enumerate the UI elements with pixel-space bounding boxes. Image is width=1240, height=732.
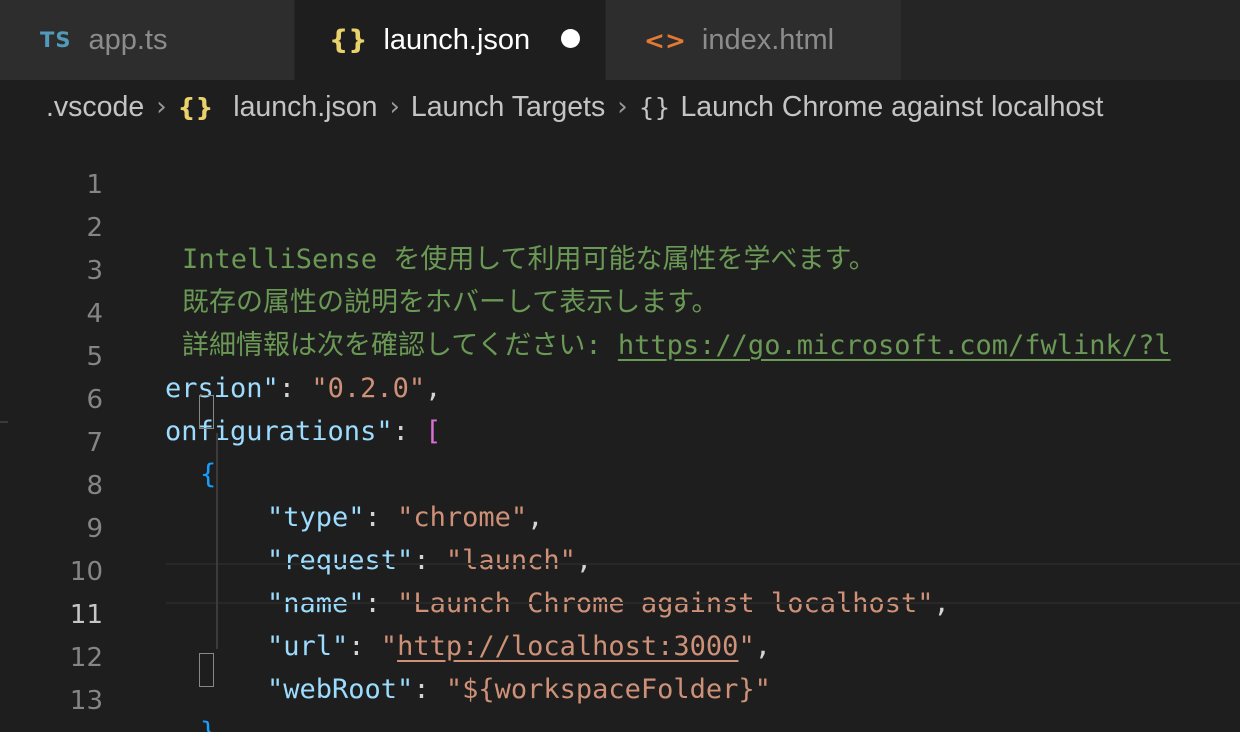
object-icon: {} (638, 92, 671, 122)
breadcrumb-folder[interactable]: .vscode (46, 91, 144, 124)
tab-index-html[interactable]: <> index.html (606, 0, 901, 80)
code-line[interactable]: 2 IntelliSense を使用して利用可能な属性を学べます。 (0, 176, 1240, 275)
breadcrumb-file[interactable]: launch.json (233, 91, 377, 124)
code-line[interactable]: 1 (0, 133, 1240, 200)
indent-guide (216, 433, 218, 649)
code-line[interactable]: 13 } (0, 649, 1240, 732)
code-editor[interactable]: 1 2 IntelliSense を使用して利用可能な属性を学べます。 3 既存… (0, 133, 1240, 732)
code-line[interactable]: 12 "webRoot": "${workspaceFolder}" (0, 606, 1240, 705)
code-line[interactable]: 6 onfigurations": [ (0, 348, 1240, 447)
chevron-right-icon: › (156, 92, 167, 122)
tab-launch-json[interactable]: {} launch.json (295, 0, 605, 80)
code-line[interactable]: 14 (0, 692, 1240, 732)
code-line[interactable]: 8 "type": "chrome", (0, 434, 1240, 533)
tab-bar: TS app.ts {} launch.json <> index.html (0, 0, 1240, 80)
chevron-right-icon: › (389, 92, 400, 122)
bracket-match-highlight (199, 653, 214, 687)
tab-label: launch.json (383, 23, 531, 56)
code-line[interactable]: 7 { (0, 391, 1240, 490)
code-line[interactable]: 4 詳細情報は次を確認してください: https://go.microsoft.… (0, 262, 1240, 361)
tab-label: app.ts (88, 23, 168, 56)
code-line[interactable]: 9 "request": "launch", (0, 477, 1240, 576)
breadcrumb-object[interactable]: Launch Chrome against localhost (680, 91, 1103, 124)
tab-app-ts[interactable]: TS app.ts (0, 0, 294, 80)
breadcrumb: .vscode › {} launch.json › Launch Target… (46, 82, 1103, 132)
tab-label: index.html (701, 23, 835, 56)
json-file-icon: {} (329, 24, 368, 56)
html-file-icon: <> (644, 25, 686, 55)
json-file-icon: {} (177, 92, 214, 122)
code-line[interactable]: 3 既存の属性の説明をホバーして表示します。 (0, 219, 1240, 318)
code-line[interactable]: 5 ersion": "0.2.0", (0, 305, 1240, 404)
typescript-file-icon: TS (40, 28, 72, 52)
chevron-right-icon: › (617, 92, 628, 122)
line-number: 14 (0, 723, 103, 732)
code-line[interactable]: 10 "name": "Launch Chrome against localh… (0, 520, 1240, 619)
breadcrumb-section[interactable]: Launch Targets (411, 91, 605, 124)
bracket-match-highlight (199, 395, 214, 429)
code-line-active[interactable]: 11 "url": "http://localhost:3000", (0, 563, 1240, 662)
unsaved-changes-dot-icon[interactable] (561, 29, 580, 48)
